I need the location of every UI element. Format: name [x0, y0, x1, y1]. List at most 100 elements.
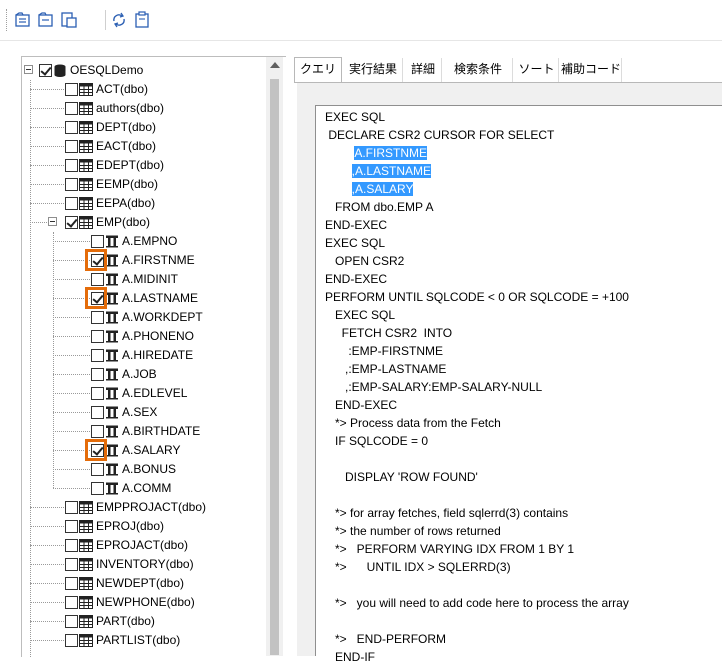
- tab-2[interactable]: 詳細: [405, 58, 442, 82]
- tree-item-table[interactable]: EPROJ(dbo): [22, 517, 266, 536]
- checkbox[interactable]: [91, 482, 104, 495]
- tree-item-column[interactable]: A.EDLEVEL: [22, 384, 266, 403]
- tree-item-root[interactable]: OESQLDemo: [22, 61, 266, 80]
- tree-item-column[interactable]: A.FIRSTNME: [22, 251, 266, 270]
- scroll-up-arrow-icon[interactable]: [270, 62, 280, 68]
- tree-item-column[interactable]: A.PHONENO: [22, 327, 266, 346]
- tree-connector: [30, 640, 64, 641]
- tree-item-table[interactable]: EDEPT(dbo): [22, 156, 266, 175]
- tree-item-label: A.COMM: [122, 481, 172, 495]
- checkbox[interactable]: [65, 539, 78, 552]
- code-line: IF SQLCODE = 0: [325, 434, 429, 448]
- checkbox[interactable]: [65, 216, 78, 229]
- checkbox[interactable]: [65, 159, 78, 172]
- checkbox[interactable]: [91, 368, 104, 381]
- tree-item-table[interactable]: NEWPHONE(dbo): [22, 593, 266, 612]
- tree-item-column[interactable]: A.EMPNO: [22, 232, 266, 251]
- folder-save-icon[interactable]: [35, 9, 57, 31]
- checkbox[interactable]: [65, 83, 78, 96]
- tree-item-column[interactable]: A.BIRTHDATE: [22, 422, 266, 441]
- code-line: A.FIRSTNME: [325, 144, 428, 162]
- checkbox[interactable]: [65, 520, 78, 533]
- checkbox[interactable]: [91, 330, 104, 343]
- tree-item-table[interactable]: ACT(dbo): [22, 80, 266, 99]
- code-line: END-EXEC: [325, 272, 388, 286]
- checkbox[interactable]: [91, 387, 104, 400]
- tree-item-table[interactable]: EACT(dbo): [22, 137, 266, 156]
- column-icon: [105, 254, 119, 267]
- tree-connector: [53, 336, 90, 337]
- highlight-box: [85, 249, 107, 271]
- checkbox[interactable]: [65, 615, 78, 628]
- tree-item-column[interactable]: A.JOB: [22, 365, 266, 384]
- tree-item-column[interactable]: A.BONUS: [22, 460, 266, 479]
- table-icon: [79, 83, 93, 96]
- tree-item-table[interactable]: authors(dbo): [22, 99, 266, 118]
- tree-item-table[interactable]: EEMP(dbo): [22, 175, 266, 194]
- column-icon: [105, 482, 119, 495]
- tab-1[interactable]: 実行結果: [344, 58, 403, 82]
- checkbox[interactable]: [65, 140, 78, 153]
- checkbox[interactable]: [91, 311, 104, 324]
- tree-item-column[interactable]: A.WORKDEPT: [22, 308, 266, 327]
- tree-scrollbar[interactable]: [266, 57, 283, 656]
- highlight-box: [85, 439, 107, 461]
- tree-item-column[interactable]: A.LASTNAME: [22, 289, 266, 308]
- checkbox[interactable]: [91, 235, 104, 248]
- query-editor[interactable]: EXEC SQL DECLARE CSR2 CURSOR FOR SELECT …: [315, 105, 722, 664]
- tree-item-table-expanded[interactable]: EMP(dbo): [22, 213, 266, 232]
- tree-item-column[interactable]: A.SALARY: [22, 441, 266, 460]
- paste-icon[interactable]: [131, 9, 153, 31]
- checkbox[interactable]: [65, 634, 78, 647]
- expand-collapse-toggle[interactable]: [24, 65, 33, 74]
- tree-item-label: A.JOB: [122, 367, 157, 381]
- checkbox[interactable]: [91, 425, 104, 438]
- tree-connector: [53, 469, 90, 470]
- checkbox[interactable]: [91, 463, 104, 476]
- checkbox[interactable]: [39, 64, 52, 77]
- expand-collapse-toggle[interactable]: [48, 217, 57, 226]
- tree-item-table[interactable]: NEWDEPT(dbo): [22, 574, 266, 593]
- column-icon: [105, 311, 119, 324]
- table-icon: [79, 596, 93, 609]
- checkbox[interactable]: [65, 501, 78, 514]
- tree-item-label: EDEPT(dbo): [96, 158, 165, 172]
- checkbox[interactable]: [91, 349, 104, 362]
- tree-item-table[interactable]: EEPA(dbo): [22, 194, 266, 213]
- tab-3[interactable]: 検索条件: [444, 58, 513, 82]
- tree-item-column[interactable]: A.COMM: [22, 479, 266, 498]
- checkbox[interactable]: [91, 406, 104, 419]
- checkbox[interactable]: [65, 577, 78, 590]
- tree-item-table[interactable]: PART(dbo): [22, 612, 266, 631]
- checkbox[interactable]: [65, 121, 78, 134]
- copy-icon[interactable]: [58, 9, 80, 31]
- tree-item-table[interactable]: PARTLIST(dbo): [22, 631, 266, 650]
- checkbox[interactable]: [65, 178, 78, 191]
- database-tree[interactable]: OESQLDemo ACT(dbo) authors(dbo) DEPT(dbo) EA…: [21, 56, 286, 657]
- scrollbar-thumb[interactable]: [270, 79, 279, 655]
- tab-0[interactable]: クエリー: [294, 57, 342, 98]
- folder-open-icon[interactable]: [12, 9, 34, 31]
- tab-5[interactable]: 補助コード: [561, 58, 622, 82]
- checkbox[interactable]: [65, 102, 78, 115]
- checkbox[interactable]: [65, 197, 78, 210]
- column-icon: [105, 387, 119, 400]
- tree-item-column[interactable]: A.MIDINIT: [22, 270, 266, 289]
- tree-item-column[interactable]: A.SEX: [22, 403, 266, 422]
- code-line: EXEC SQL: [325, 110, 386, 124]
- tree-item-table[interactable]: DEPT(dbo): [22, 118, 266, 137]
- tree-item-label: OESQLDemo: [70, 63, 144, 77]
- tree-item-table[interactable]: INVENTORY(dbo): [22, 555, 266, 574]
- refresh-icon[interactable]: [108, 9, 130, 31]
- column-icon: [105, 425, 119, 438]
- tree-item-table[interactable]: EPROJACT(dbo): [22, 536, 266, 555]
- selected-text: ,A.SALARY: [351, 182, 414, 196]
- tree-item-column[interactable]: A.HIREDATE: [22, 346, 266, 365]
- checkbox[interactable]: [91, 273, 104, 286]
- tab-4[interactable]: ソート: [515, 58, 559, 82]
- code-line: DISPLAY 'ROW FOUND': [325, 470, 478, 484]
- checkbox[interactable]: [65, 596, 78, 609]
- tree-item-label: DEPT(dbo): [96, 120, 157, 134]
- checkbox[interactable]: [65, 558, 78, 571]
- tree-item-table[interactable]: EMPPROJACT(dbo): [22, 498, 266, 517]
